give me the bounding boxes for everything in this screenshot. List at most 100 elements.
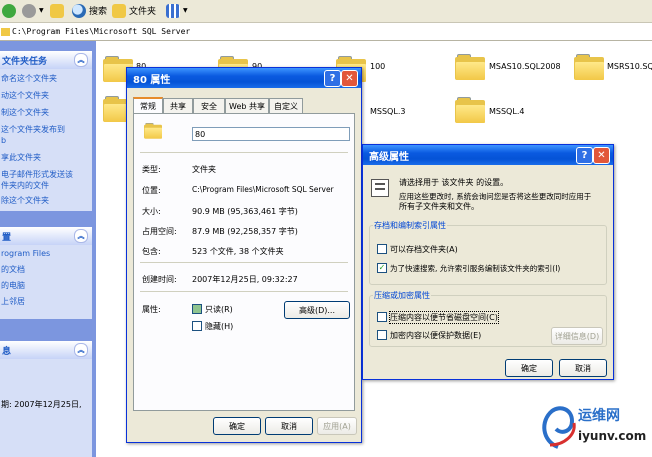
hidden-label[interactable]: 隐藏(H)	[205, 321, 233, 332]
collapse-icon[interactable]: ︽	[74, 343, 88, 357]
folder-icon	[144, 123, 162, 139]
general-tab-panel: 80 类型: 文件夹 位置: C:\Program Files\Microsof…	[133, 113, 355, 411]
other-places-title: 置	[2, 232, 12, 243]
views-button[interactable]: ▼	[166, 2, 188, 19]
tab-general[interactable]: 常规	[133, 97, 163, 114]
help-icon[interactable]: ?	[324, 70, 341, 87]
folder-msrs10-icon[interactable]	[574, 54, 604, 80]
address-path: C:\Program Files\Microsoft SQL Server	[12, 27, 191, 36]
close-icon[interactable]: ✕	[593, 147, 610, 164]
readonly-checkbox[interactable]	[192, 304, 202, 314]
tab-sharing[interactable]: 共享	[163, 98, 193, 113]
compress-checkbox[interactable]	[377, 312, 387, 322]
close-icon[interactable]: ✕	[341, 70, 358, 87]
dropdown-icon: ▼	[183, 7, 188, 14]
address-bar[interactable]: C:\Program Files\Microsoft SQL Server	[0, 23, 652, 41]
folder-name-input[interactable]: 80	[192, 127, 350, 141]
folder-icon	[1, 27, 10, 36]
cancel-button[interactable]: 取消	[265, 417, 313, 435]
properties-title: 80 属性	[133, 74, 171, 86]
advanced-button[interactable]: 高级(D)...	[284, 301, 350, 319]
type-label: 类型:	[142, 165, 161, 174]
size-label: 大小:	[142, 207, 161, 216]
place-program-files[interactable]: rogram Files	[0, 248, 92, 259]
task-publish[interactable]: 这个文件夹发布到	[0, 124, 92, 135]
properties-dialog: 80 属性 ? ✕ 常规 共享 安全 Web 共享 自定义 80 类型: 文件夹…	[126, 67, 362, 443]
folder-msas10-icon[interactable]	[455, 54, 485, 80]
up-button[interactable]	[50, 2, 64, 19]
folder-mssql4-label[interactable]: MSSQL.4	[489, 107, 524, 116]
archive-index-group	[369, 225, 607, 285]
archive-checkbox[interactable]	[377, 244, 387, 254]
tab-customize[interactable]: 自定义	[269, 98, 303, 113]
search-icon	[72, 3, 86, 18]
disk-size-value: 87.9 MB (92,258,357 字节)	[192, 227, 298, 236]
back-button[interactable]	[2, 2, 16, 19]
other-places-panel: 置 ︽ rogram Files 的文档 的电脑 上邻居	[0, 227, 92, 319]
location-label: 位置:	[142, 186, 161, 195]
place-my-computer[interactable]: 的电脑	[0, 280, 92, 291]
file-tasks-header[interactable]: 文件夹任务 ︽	[0, 51, 92, 69]
task-delete[interactable]: 除这个文件夹	[0, 195, 92, 206]
task-email-cont[interactable]: 件夹内的文件	[0, 180, 92, 191]
size-value: 90.9 MB (95,363,461 字节)	[192, 207, 298, 216]
file-tasks-title: 文件夹任务	[2, 56, 48, 67]
encrypt-label[interactable]: 加密内容以便保护数据(E)	[390, 330, 481, 341]
task-rename[interactable]: 命名这个文件夹	[0, 73, 92, 84]
created-value: 2007年12月25日, 09:32:27	[192, 275, 298, 284]
compress-label[interactable]: 压缩内容以便节省磁盘空间(C)	[389, 311, 499, 324]
index-checkbox[interactable]: ✓	[377, 263, 387, 273]
search-label: 搜索	[89, 7, 108, 17]
dropdown-icon: ▼	[39, 7, 44, 14]
archive-label[interactable]: 可以存档文件夹(A)	[390, 244, 458, 255]
advanced-title: 高级属性	[369, 151, 409, 163]
advanced-intro-line1: 请选择用于 该文件夹 的设置。	[399, 178, 509, 187]
advanced-cancel-button[interactable]: 取消	[559, 359, 607, 377]
folder-100-label[interactable]: 100	[370, 62, 385, 71]
folders-button[interactable]: 文件夹	[112, 2, 156, 19]
properties-titlebar[interactable]: 80 属性 ? ✕	[127, 68, 361, 88]
task-move[interactable]: 动这个文件夹	[0, 90, 92, 101]
folders-icon	[112, 3, 126, 18]
tab-security[interactable]: 安全	[193, 98, 225, 113]
details-button[interactable]: 详细信息(D)	[551, 327, 603, 345]
folder-mssql4-icon[interactable]	[455, 97, 485, 123]
search-button[interactable]: 搜索	[72, 2, 107, 19]
back-arrow-icon	[2, 3, 16, 18]
advanced-ok-button[interactable]: 确定	[505, 359, 553, 377]
ok-button[interactable]: 确定	[213, 417, 261, 435]
readonly-label[interactable]: 只读(R)	[205, 304, 233, 315]
folder-mssql3-label[interactable]: MSSQL.3	[370, 107, 405, 116]
advanced-attributes-dialog: 高级属性 ? ✕ 请选择用于 该文件夹 的设置。 应用这些更改时, 系统会询问您…	[362, 144, 614, 380]
apply-button[interactable]: 应用(A)	[317, 417, 357, 435]
task-share[interactable]: 享此文件夹	[0, 152, 92, 163]
task-publish-cont[interactable]: b	[0, 135, 92, 146]
advanced-titlebar[interactable]: 高级属性 ? ✕	[363, 145, 613, 165]
watermark-url: iyunv.com	[578, 429, 647, 443]
folder-up-icon	[50, 3, 64, 18]
forward-button[interactable]: ▼	[22, 2, 44, 19]
tab-web-sharing[interactable]: Web 共享	[225, 98, 269, 113]
watermark-brand: 运维网	[578, 408, 620, 424]
help-icon[interactable]: ?	[576, 147, 593, 164]
place-my-documents[interactable]: 的文档	[0, 264, 92, 275]
collapse-icon[interactable]: ︽	[74, 53, 88, 67]
collapse-icon[interactable]: ︽	[74, 229, 88, 243]
index-label[interactable]: 为了快速搜索, 允许索引服务编制该文件夹的索引(I)	[390, 263, 560, 274]
place-network[interactable]: 上邻居	[0, 296, 92, 307]
watermark-swirl-icon	[542, 406, 576, 449]
type-value: 文件夹	[192, 165, 216, 174]
folder-msas10-label[interactable]: MSAS10.SQL2008	[489, 62, 561, 71]
task-email[interactable]: 电子邮件形式发送该	[0, 169, 92, 180]
folder-msrs10-label[interactable]: MSRS10.SQL2	[607, 62, 652, 71]
other-places-header[interactable]: 置 ︽	[0, 227, 92, 245]
details-modified: 期: 2007年12月25日,	[1, 400, 82, 409]
task-copy[interactable]: 制这个文件夹	[0, 107, 92, 118]
hidden-checkbox[interactable]	[192, 321, 202, 331]
explorer-toolbar: ▼ 搜索 文件夹 ▼	[0, 0, 652, 23]
encrypt-checkbox[interactable]	[377, 330, 387, 340]
location-value: C:\Program Files\Microsoft SQL Server	[192, 185, 334, 194]
details-header[interactable]: 息 ︽	[0, 341, 92, 359]
details-panel: 息 ︽ 期: 2007年12月25日,	[0, 341, 92, 457]
archive-index-title: 存档和编制索引属性	[373, 220, 447, 231]
